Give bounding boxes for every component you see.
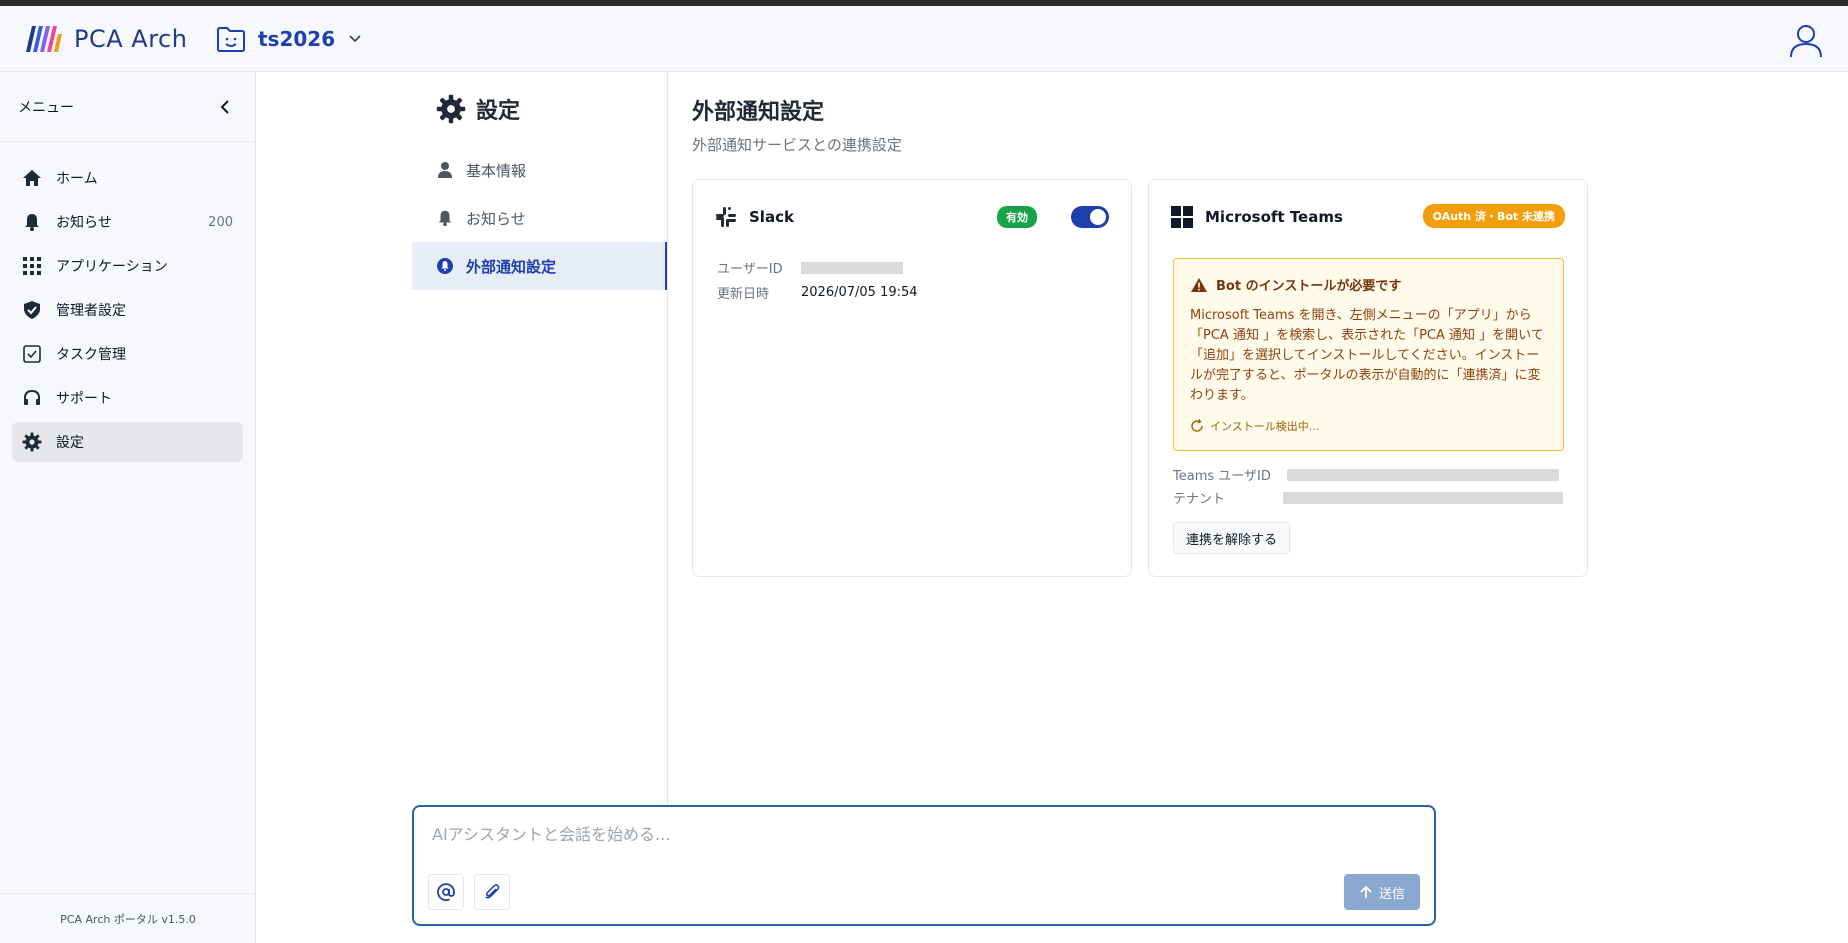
brand-logo[interactable]: PCA Arch [24,24,187,54]
sidebar-item-label: アプリケーション [56,259,168,275]
teams-user-id-masked [1287,468,1559,481]
settings-nav-title: 設定 [476,99,521,124]
at-sign-icon [437,883,455,901]
teams-tenant-masked [1283,491,1563,504]
teams-status-badge: OAuth 済・Bot 未連携 [1422,204,1565,228]
settings-nav: 設定 基本情報 お知らせ 外部通知設定 [412,72,668,807]
sidebar-item-notifications[interactable]: お知らせ 200 [12,202,243,242]
sidebar-item-label: タスク管理 [56,347,126,363]
chevron-left-icon [220,99,229,114]
teams-user-id-row: Teams ユーザID [1173,465,1559,484]
workspace-name: ts2026 [258,27,336,51]
teams-bot-warning: Bot のインストールが必要です Microsoft Teams を開き、左側メ… [1173,258,1564,451]
page-title: 外部通知設定 [692,100,825,125]
teams-user-id-label: Teams ユーザID [1173,469,1271,484]
teams-name: Microsoft Teams [1205,208,1343,226]
install-detecting-status: インストール検出中... [1190,418,1547,434]
sidebar-item-admin-settings[interactable]: 管理者設定 [12,290,243,330]
attach-button[interactable] [474,874,510,910]
sidebar-header: メニュー [0,72,255,142]
sidebar-item-home[interactable]: ホーム [12,158,243,198]
arrow-up-icon [1360,885,1372,898]
warning-title-row: Bot のインストールが必要です [1190,275,1547,294]
chat-input[interactable] [432,825,1392,844]
slack-card: Slack 有効 ユーザーID 更新日時 2026/07/05 19:54 [692,179,1132,577]
settings-nav-item-label: 基本情報 [466,161,527,180]
settings-nav-item-notifications[interactable]: お知らせ [412,194,667,242]
toggle-knob [1090,209,1106,225]
unlink-button[interactable]: 連携を解除する [1173,522,1291,554]
sidebar-item-label: お知らせ [56,215,112,231]
sidebar-item-support[interactable]: サポート [12,378,243,418]
bell-circle-icon [437,258,453,274]
slack-user-id-row: ユーザーID [717,258,903,277]
user-account-button[interactable] [1786,20,1826,60]
teams-tenant-row: テナント [1173,488,1563,507]
slack-updated-label: 更新日時 [717,287,770,302]
slack-card-header: Slack 有効 [715,206,1109,228]
settings-nav-item-label: 外部通知設定 [466,257,557,276]
bell-icon [22,212,42,232]
app-version: PCA Arch ポータル v1.5.0 [0,893,256,943]
page-subtitle: 外部通知サービスとの連携設定 [692,136,902,154]
workspace-selector[interactable]: ts2026 [216,25,361,53]
windows-icon [1171,206,1193,228]
slack-user-id-masked [801,261,903,274]
teams-card: Microsoft Teams OAuth 済・Bot 未連携 Bot のインス… [1148,179,1588,577]
settings-nav-item-basic-info[interactable]: 基本情報 [412,146,667,194]
sidebar-collapse-button[interactable] [213,95,237,119]
ai-chat-box: 送信 [412,805,1436,926]
sidebar-item-applications[interactable]: アプリケーション [12,246,243,286]
paperclip-icon [485,884,500,899]
slack-status-badge: 有効 [997,206,1037,228]
person-icon [438,162,452,178]
sidebar-item-label: 管理者設定 [56,303,126,319]
sidebar-menu: ホーム お知らせ 200 アプリケーション 管理者設定 タスク管理 サポート 設… [0,142,255,462]
slack-updated-value: 2026/07/05 19:54 [801,285,918,300]
slack-name: Slack [749,208,794,226]
sidebar-item-label: 設定 [56,435,84,451]
folder-smile-icon [217,27,245,52]
sidebar-item-label: サポート [56,391,112,407]
checkbox-icon [22,344,42,364]
sidebar-item-label: ホーム [56,171,98,187]
slack-enable-toggle[interactable] [1071,206,1109,228]
teams-card-header: Microsoft Teams OAuth 済・Bot 未連携 [1171,204,1565,228]
mention-button[interactable] [428,874,464,910]
settings-nav-item-external-notifications[interactable]: 外部通知設定 [412,242,667,290]
slack-user-id-label: ユーザーID [717,262,783,277]
main-content: 外部通知設定 外部通知サービスとの連携設定 Slack 有効 ユーザーID 更新… [692,72,1588,577]
sidebar-item-tasks[interactable]: タスク管理 [12,334,243,374]
warning-title: Bot のインストールが必要です [1216,279,1402,294]
slack-icon [716,207,736,227]
gear-icon [436,94,466,124]
bell-icon [438,210,452,227]
notification-count: 200 [208,214,233,230]
settings-nav-item-label: お知らせ [466,209,526,228]
app-header: PCA Arch ts2026 [0,6,1848,72]
gear-icon [22,432,42,452]
brand-name: PCA Arch [74,25,188,53]
teams-tenant-label: テナント [1173,492,1226,507]
sidebar-item-settings[interactable]: 設定 [12,422,243,462]
slack-updated-row: 更新日時 2026/07/05 19:54 [717,283,918,302]
home-icon [22,168,42,188]
sidebar-title: メニュー [18,99,74,116]
pca-arch-logo-icon [26,26,62,52]
install-detecting-text: インストール検出中... [1210,420,1320,433]
grid-icon [22,256,42,276]
warning-icon [1191,277,1207,292]
settings-nav-header: 設定 [412,72,667,146]
send-label: 送信 [1378,886,1405,902]
user-icon [1790,25,1822,58]
warning-body: Microsoft Teams を開き、左側メニューの「アプリ」から「PCA 通… [1190,308,1544,403]
sidebar: メニュー ホーム お知らせ 200 アプリケーション 管理者設定 タスク管理 サ… [0,72,256,943]
refresh-icon [1191,419,1203,432]
send-button[interactable]: 送信 [1344,874,1420,910]
headset-icon [22,388,42,408]
chevron-down-icon [349,35,361,43]
shield-icon [22,300,42,320]
